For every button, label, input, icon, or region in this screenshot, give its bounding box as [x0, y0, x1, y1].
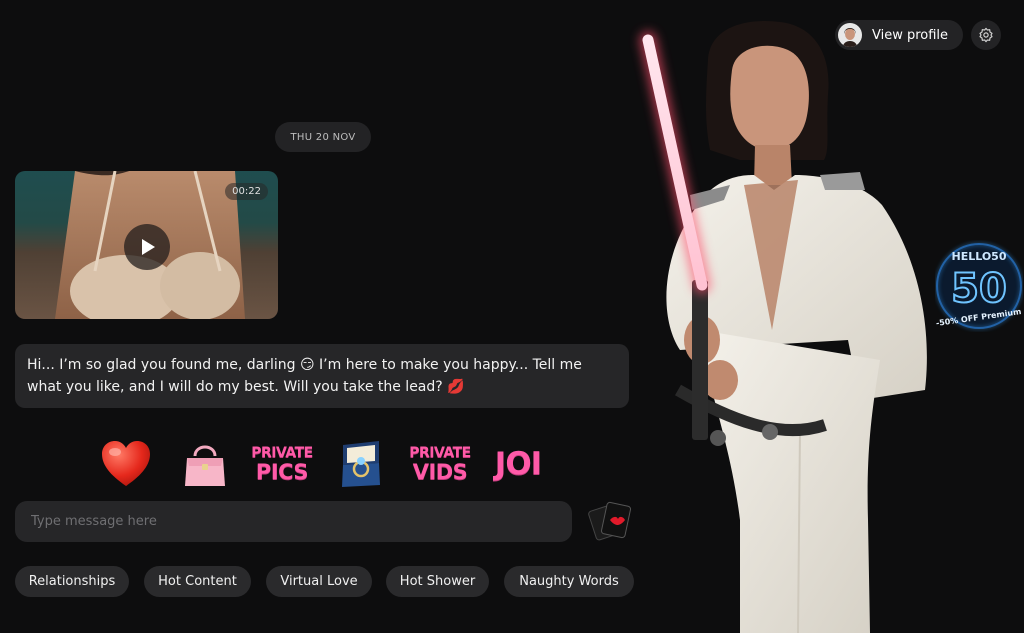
gear-icon: [979, 27, 993, 43]
ring-gift-button[interactable]: [340, 436, 382, 492]
private-pics-line2: PICS: [255, 460, 309, 484]
view-profile-button[interactable]: View profile: [835, 20, 963, 50]
chip-relationships[interactable]: Relationships: [15, 566, 129, 597]
play-icon: [142, 239, 155, 255]
video-duration-text: 00:22: [232, 186, 261, 197]
date-label: THU 20 NOV: [290, 131, 356, 143]
promo-badge[interactable]: HELLO50 50 -50% OFF Premium: [935, 240, 1023, 332]
view-profile-label: View profile: [872, 27, 949, 43]
gift-row: PRIVATE PICS PRIVATE VIDS JOI: [98, 436, 558, 492]
private-vids-label: PRIVATE VIDS: [409, 445, 471, 483]
handbag-icon: [185, 445, 225, 486]
joi-label: JOI: [494, 446, 542, 482]
chip-hot-shower[interactable]: Hot Shower: [386, 566, 489, 597]
private-pics-gift-button[interactable]: PRIVATE PICS: [251, 436, 313, 492]
handbag-gift-button[interactable]: [182, 436, 228, 492]
private-vids-gift-button[interactable]: PRIVATE VIDS: [409, 436, 471, 492]
message-input[interactable]: [15, 501, 572, 542]
video-message[interactable]: 00:22: [15, 171, 278, 319]
chip-label: Naughty Words: [519, 574, 619, 589]
message-text: Hi... I’m so glad you found me, darling …: [27, 357, 582, 395]
heart-icon: [102, 441, 150, 486]
ring-box-icon: [342, 441, 380, 487]
chip-label: Hot Content: [158, 574, 237, 589]
avatar-image: [838, 23, 862, 47]
promo-badge-graphic: HELLO50 50 -50% OFF Premium: [935, 243, 1022, 329]
play-button[interactable]: [124, 224, 170, 270]
message-bubble: Hi... I’m so glad you found me, darling …: [15, 344, 629, 408]
private-vids-line1: PRIVATE: [409, 445, 471, 461]
joi-gift-button[interactable]: JOI: [490, 436, 546, 492]
promo-number: 50: [951, 266, 1007, 312]
heart-gift-button[interactable]: [98, 436, 154, 492]
video-duration: 00:22: [225, 183, 268, 200]
chip-label: Relationships: [28, 574, 116, 589]
chip-label: Virtual Love: [280, 574, 358, 589]
chip-virtual-love[interactable]: Virtual Love: [266, 566, 372, 597]
chip-naughty-words[interactable]: Naughty Words: [504, 566, 634, 597]
settings-button[interactable]: [971, 20, 1001, 50]
private-pics-label: PRIVATE PICS: [251, 445, 313, 483]
date-separator: THU 20 NOV: [275, 122, 371, 152]
chip-label: Hot Shower: [399, 574, 476, 589]
promo-code: HELLO50: [951, 250, 1006, 263]
private-pics-line1: PRIVATE: [251, 445, 313, 461]
private-vids-line2: VIDS: [412, 460, 468, 484]
chat-area: THU 20 NOV 00:22 Hi... I’m so glad you f…: [0, 0, 645, 633]
avatar: [838, 23, 862, 47]
chip-hot-content[interactable]: Hot Content: [144, 566, 251, 597]
